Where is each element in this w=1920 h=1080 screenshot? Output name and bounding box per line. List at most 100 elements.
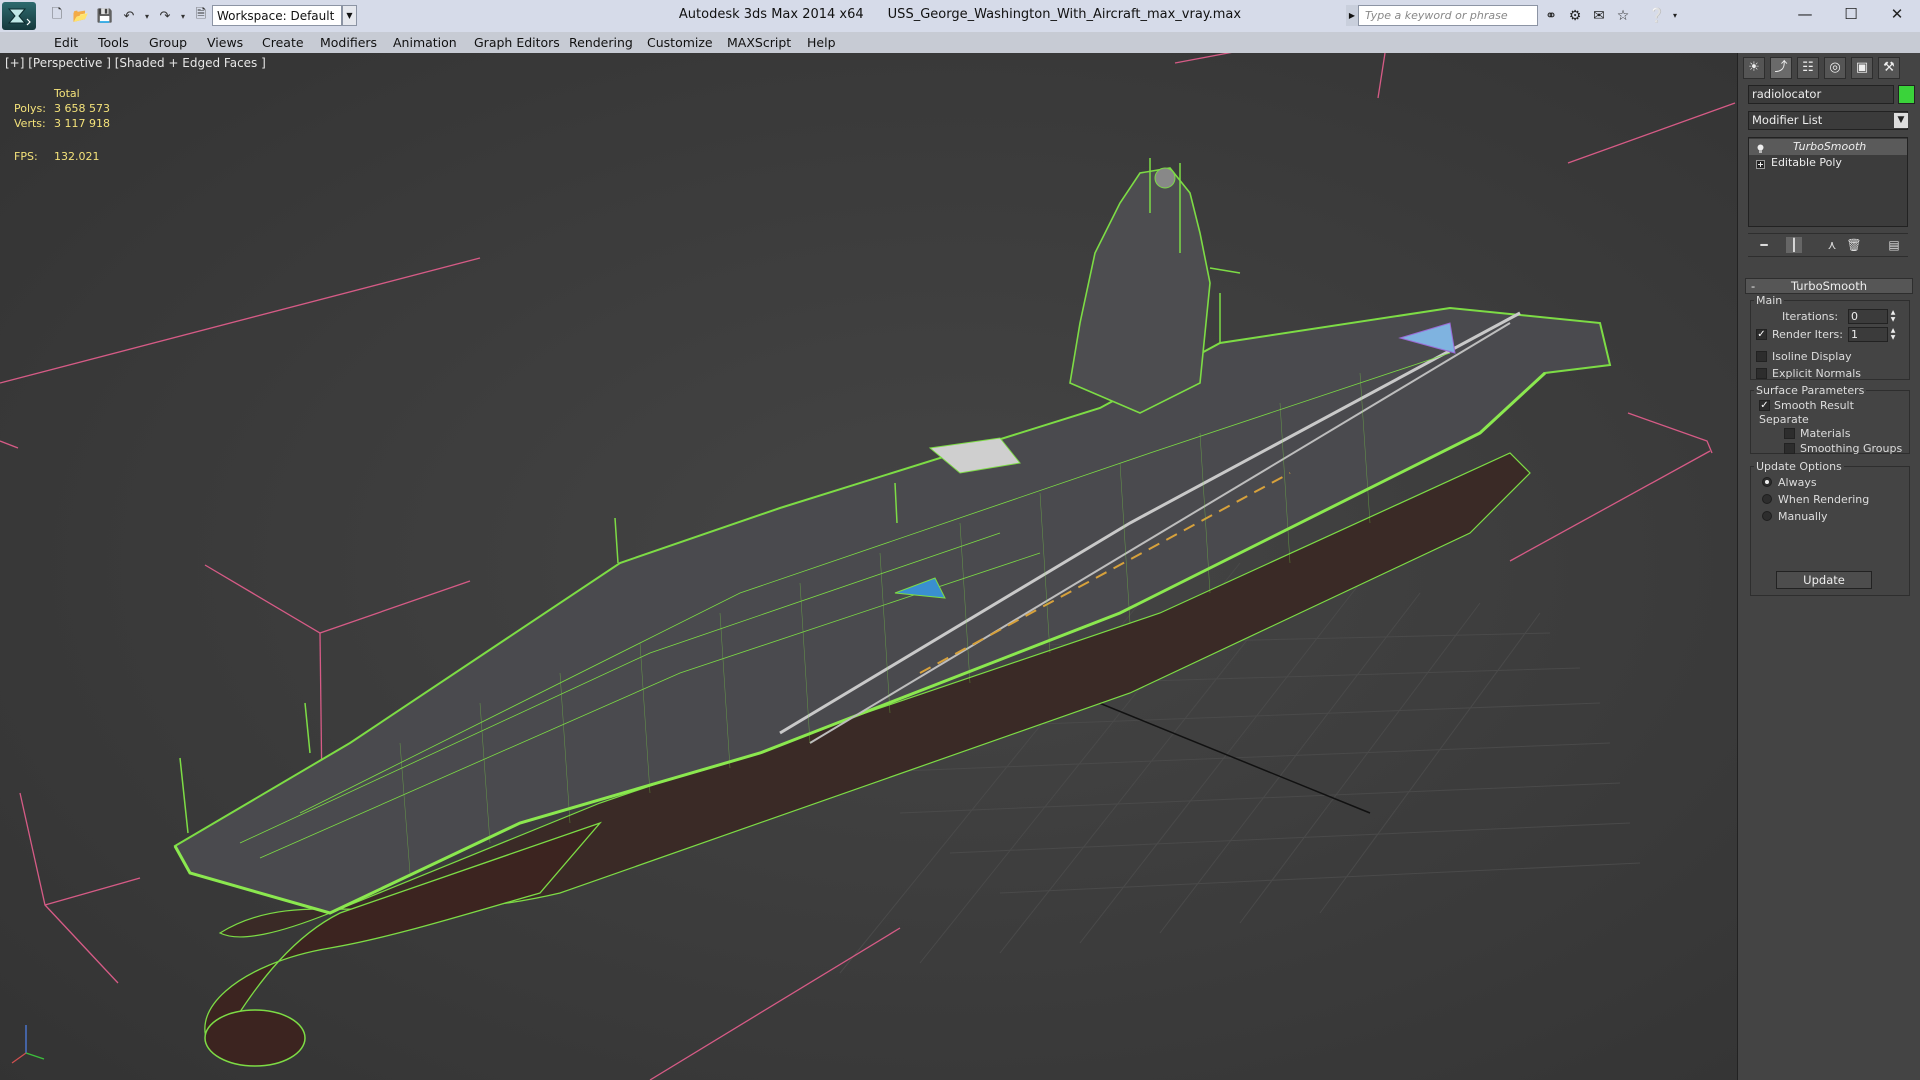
menu-animation[interactable]: Animation (393, 32, 457, 53)
viewport-label[interactable]: [+] [Perspective ] [Shaded + Edged Faces… (5, 56, 266, 70)
stack-toolbar: ━ ┃ ⋏ 🗑 ▤ (1748, 233, 1908, 257)
smoothing-groups-checkbox[interactable] (1784, 443, 1795, 454)
manually-radio[interactable] (1762, 511, 1772, 521)
update-button[interactable]: Update (1776, 571, 1872, 589)
stats-verts-value: 3 117 918 (54, 117, 110, 130)
show-end-result-icon[interactable]: ┃ (1786, 237, 1802, 253)
spinner-arrows-icon[interactable]: ▲ ▼ (1889, 309, 1897, 324)
undo-icon[interactable]: ↶ (120, 7, 138, 25)
chevron-down-icon[interactable]: ▼ (1894, 113, 1908, 128)
new-file-icon[interactable]: 🗋 (48, 7, 66, 25)
menu-tools[interactable]: Tools (98, 32, 129, 53)
modify-icon[interactable]: ⤴ (1770, 57, 1792, 79)
menu-modifiers[interactable]: Modifiers (320, 32, 377, 53)
isoline-display-checkbox[interactable] (1756, 351, 1767, 362)
when-rendering-label: When Rendering (1778, 493, 1870, 506)
always-radio[interactable] (1762, 477, 1772, 487)
always-label: Always (1778, 476, 1817, 489)
smooth-result-checkbox[interactable]: ✓ (1759, 400, 1770, 411)
turbosmooth-rollout-header[interactable]: - TurboSmooth (1745, 278, 1913, 294)
stack-item-editable-poly[interactable]: Editable Poly (1749, 155, 1907, 171)
title-bar: 🗋 📂 💾 ↶ ▾ ↷ ▾ 🗎 Workspace: Default ▼ Aut… (0, 0, 1920, 33)
modifier-list-dropdown[interactable]: Modifier List (1748, 111, 1908, 130)
utilities-icon[interactable]: ⚒ (1878, 57, 1900, 79)
remove-modifier-icon[interactable]: 🗑 (1846, 237, 1862, 253)
save-file-icon[interactable]: 💾 (96, 7, 114, 25)
communication-center-icon[interactable]: ✉ (1590, 7, 1608, 25)
file-name: USS_George_Washington_With_Aircraft_max_… (887, 7, 1242, 22)
explicit-normals-checkbox[interactable] (1756, 368, 1767, 379)
menu-create[interactable]: Create (262, 32, 304, 53)
menu-help[interactable]: Help (807, 32, 836, 53)
stats-verts-label: Verts: (14, 117, 46, 130)
help-icon[interactable]: ❔ (1648, 7, 1666, 25)
menu-views[interactable]: Views (207, 32, 243, 53)
object-color-swatch[interactable] (1898, 85, 1915, 104)
object-name-field[interactable]: radiolocator (1748, 85, 1894, 104)
project-folder-icon[interactable]: 🗎 (192, 7, 210, 25)
help-dropdown-icon[interactable]: ▾ (1666, 7, 1684, 25)
stats-polys-label: Polys: (14, 102, 46, 115)
stats-total-label: Total (54, 87, 80, 100)
surface-parameters-title: Surface Parameters (1754, 384, 1867, 397)
workspace-select[interactable]: Workspace: Default (212, 5, 342, 26)
app-logo-icon[interactable] (2, 2, 36, 30)
search-input[interactable]: Type a keyword or phrase (1358, 5, 1538, 26)
menu-maxscript[interactable]: MAXScript (727, 32, 791, 53)
display-icon[interactable]: ▣ (1851, 57, 1873, 79)
menu-graph-editors[interactable]: Graph Editors (474, 32, 560, 53)
expand-plus-icon[interactable] (1756, 158, 1765, 169)
search-expand-icon[interactable]: ▶ (1346, 5, 1358, 26)
materials-checkbox[interactable] (1784, 428, 1795, 439)
render-iters-spinner[interactable]: 1 (1848, 327, 1888, 342)
favorites-star-icon[interactable]: ☆ (1614, 7, 1632, 25)
open-file-icon[interactable]: 📂 (72, 7, 90, 25)
update-options-title: Update Options (1754, 460, 1844, 473)
configure-sets-icon[interactable]: ▤ (1886, 237, 1902, 253)
stats-polys-value: 3 658 573 (54, 102, 110, 115)
menu-group[interactable]: Group (149, 32, 187, 53)
undo-dropdown-icon[interactable]: ▾ (138, 7, 156, 25)
explicit-normals-label: Explicit Normals (1772, 367, 1861, 380)
menu-rendering[interactable]: Rendering (569, 32, 633, 53)
app-name: Autodesk 3ds Max 2014 x64 (678, 7, 864, 22)
binoculars-icon[interactable]: ⚭ (1542, 7, 1560, 25)
lightbulb-icon[interactable] (1756, 142, 1765, 153)
menu-customize[interactable]: Customize (647, 32, 713, 53)
smooth-result-label: Smooth Result (1774, 399, 1854, 412)
stack-item-label: Editable Poly (1771, 156, 1842, 169)
stack-item-turbosmooth[interactable]: TurboSmooth (1749, 139, 1907, 155)
redo-dropdown-icon[interactable]: ▾ (174, 7, 192, 25)
stack-item-label: TurboSmooth (1793, 140, 1867, 153)
command-panel: ☀ ⤴ ☷ ◎ ▣ ⚒ radiolocator Modifier List ▼… (1738, 53, 1920, 1080)
modifier-stack: TurboSmooth Editable Poly (1748, 137, 1908, 227)
menu-bar: Edit Tools Group Views Create Modifiers … (0, 32, 1920, 54)
scene-canvas[interactable] (0, 53, 1737, 1080)
isoline-display-label: Isoline Display (1772, 350, 1852, 363)
pin-stack-icon[interactable]: ━ (1756, 237, 1772, 253)
smoothing-groups-label: Smoothing Groups (1800, 442, 1903, 455)
close-button[interactable]: ✕ (1874, 0, 1920, 30)
menu-edit[interactable]: Edit (54, 32, 78, 53)
maximize-button[interactable]: ☐ (1828, 0, 1874, 30)
spinner-arrows-icon[interactable]: ▲ ▼ (1889, 327, 1897, 342)
redo-icon[interactable]: ↷ (156, 7, 174, 25)
subscription-icon[interactable]: ⚙ (1566, 7, 1584, 25)
render-iters-label: Render Iters: (1772, 328, 1843, 341)
hierarchy-icon[interactable]: ☷ (1797, 57, 1819, 79)
perspective-viewport[interactable]: [+] [Perspective ] [Shaded + Edged Faces… (0, 53, 1738, 1080)
iterations-label: Iterations: (1782, 310, 1839, 323)
stats-fps-label: FPS: (14, 150, 38, 163)
motion-icon[interactable]: ◎ (1824, 57, 1846, 79)
make-unique-icon[interactable]: ⋏ (1824, 237, 1840, 253)
main-group-title: Main (1754, 294, 1785, 307)
collapse-icon[interactable]: - (1751, 279, 1755, 293)
create-icon[interactable]: ☀ (1743, 57, 1765, 79)
workspace-dropdown-icon[interactable]: ▼ (342, 5, 357, 26)
materials-label: Materials (1800, 427, 1851, 440)
rollout-title: TurboSmooth (1790, 279, 1867, 293)
render-iters-checkbox[interactable]: ✓ (1756, 329, 1767, 340)
iterations-spinner[interactable]: 0 (1848, 309, 1888, 324)
minimize-button[interactable]: — (1782, 0, 1828, 30)
when-rendering-radio[interactable] (1762, 494, 1772, 504)
